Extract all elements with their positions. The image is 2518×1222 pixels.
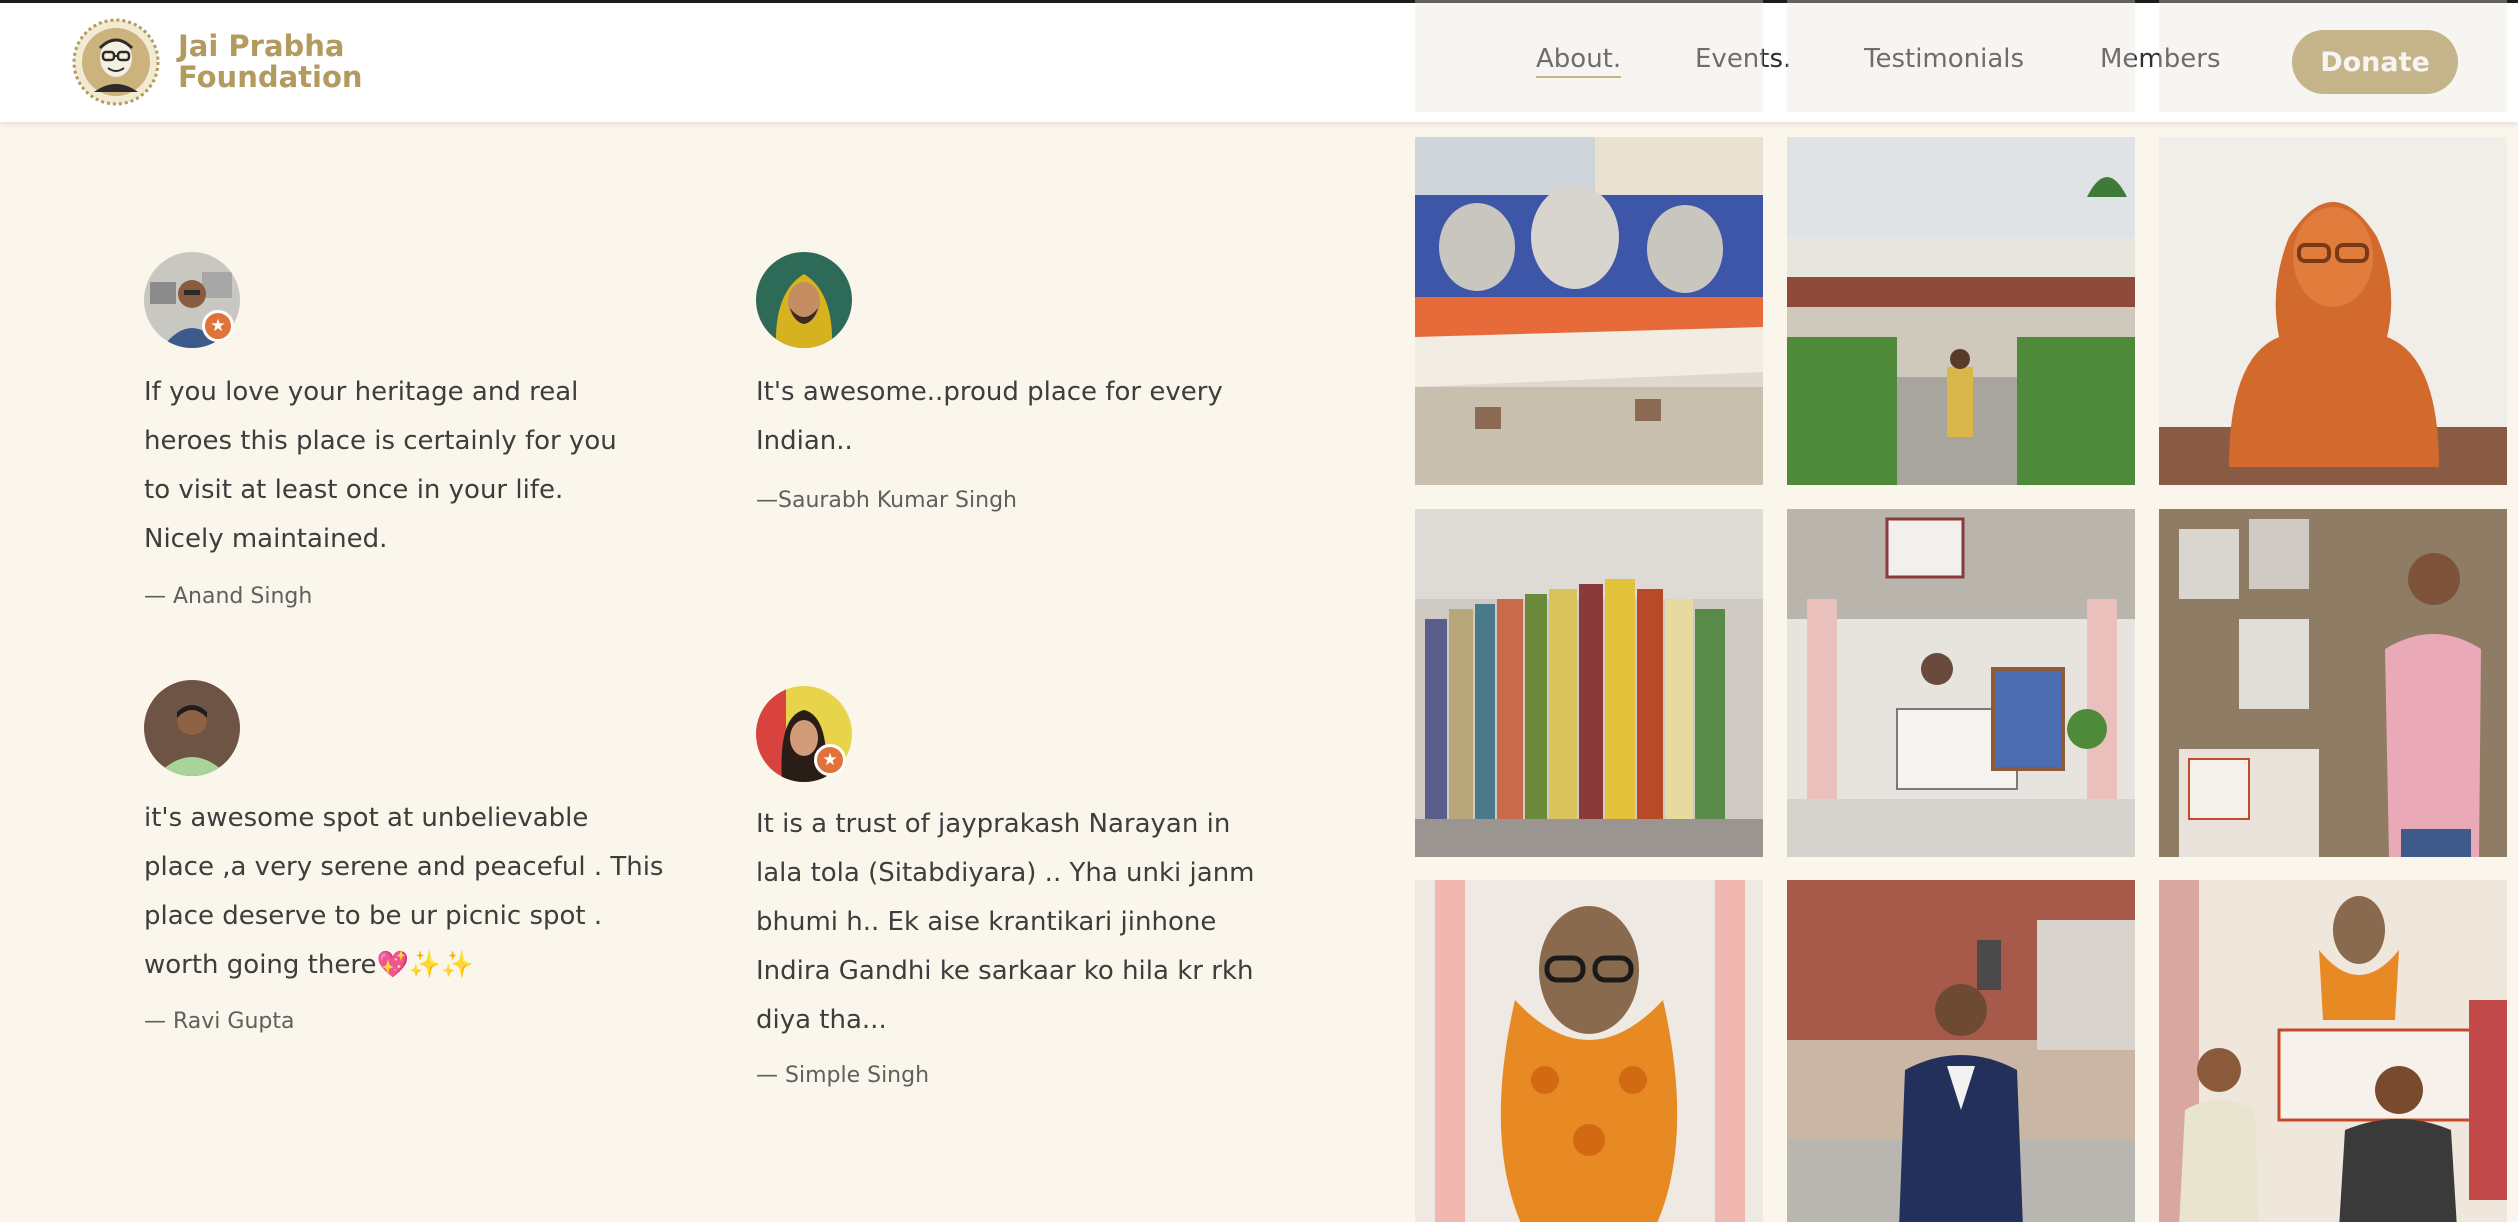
brand-logo-link[interactable]: Jai Prabha Foundation — [72, 18, 363, 106]
brand-line-1: Jai Prabha — [178, 29, 345, 63]
page: Jai Prabha Foundation About. Events. Tes… — [0, 0, 2518, 1222]
local-guide-badge-icon: ★ — [202, 310, 234, 342]
gallery-photo-statues[interactable] — [1415, 137, 1763, 485]
gallery-photo-books[interactable] — [1415, 509, 1763, 857]
testimonial-author: —Saurabh Kumar Singh — [756, 488, 1017, 513]
gallery-tile-faded — [1415, 0, 1763, 112]
gallery-photo-man-suit[interactable] — [1787, 880, 2135, 1222]
gallery-photo-group[interactable] — [2159, 880, 2507, 1222]
gallery-photo-bust[interactable] — [2159, 137, 2507, 485]
local-guide-badge-icon: ★ — [814, 744, 846, 776]
site-header: Jai Prabha Foundation About. Events. Tes… — [0, 0, 2518, 122]
foundation-logo-icon — [72, 18, 160, 106]
avatar-ravi-gupta — [144, 680, 240, 776]
brand-name: Jai Prabha Foundation — [178, 31, 363, 93]
testimonial-quote: it's awesome spot at unbelievable place … — [144, 803, 664, 980]
testimonial-quote: It's awesome..proud place for every Indi… — [756, 377, 1223, 456]
gallery-tile-faded — [2159, 0, 2507, 112]
testimonial-quote: If you love your heritage and real heroe… — [144, 377, 617, 554]
testimonial-quote: It is a trust of jayprakash Narayan in l… — [756, 809, 1255, 1035]
testimonial-author: — Simple Singh — [756, 1063, 930, 1088]
brand-line-2: Foundation — [178, 60, 363, 94]
gallery-photo-garlanded-statue[interactable] — [1415, 880, 1763, 1222]
gallery-photo-house[interactable] — [1787, 137, 2135, 485]
testimonial-author: — Anand Singh — [144, 584, 313, 609]
gallery-photo-hall[interactable] — [1787, 509, 2135, 857]
gallery-tile-faded — [1787, 0, 2135, 112]
gallery-photo-visitor[interactable] — [2159, 509, 2507, 857]
testimonial-author: — Ravi Gupta — [144, 1009, 295, 1034]
avatar-saurabh-kumar-singh — [756, 252, 852, 348]
